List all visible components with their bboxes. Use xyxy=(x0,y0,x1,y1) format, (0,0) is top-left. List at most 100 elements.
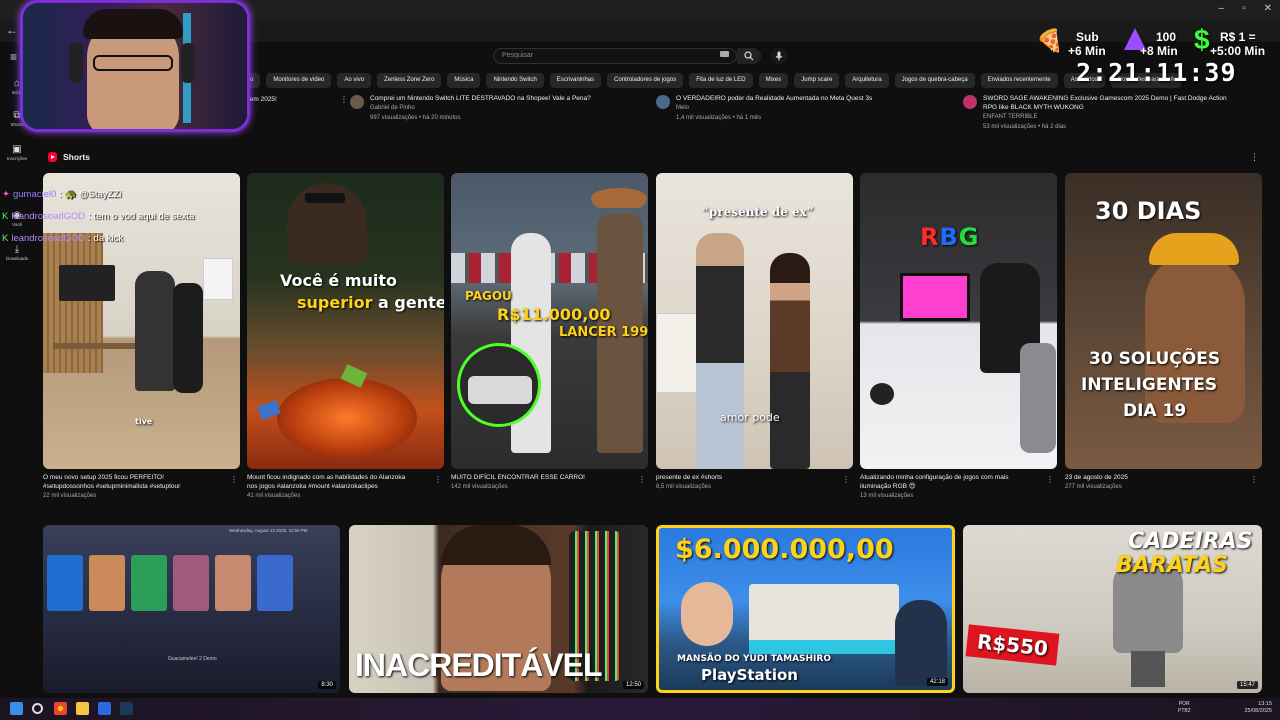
video-thumbnail[interactable]: CADEIRAS BARATAS R$550 15:47 xyxy=(963,525,1262,693)
video-thumbnail[interactable]: INACREDITÁVEL 12:50 xyxy=(349,525,648,693)
clock-date: 25/08/2025 xyxy=(1244,708,1272,714)
more-options-icon[interactable]: ⋮ xyxy=(434,475,442,484)
glasses-thumbnail-part xyxy=(305,193,345,203)
video-stats: 53 mil visualizações • há 2 dias xyxy=(983,124,1067,130)
short-title[interactable]: O meu novo setup 2025 ficou PERFEITO! #se… xyxy=(43,473,223,491)
thumbnail-text: MANSÃO DO YUDI TAMASHIRO xyxy=(677,654,831,664)
short-title-line: O meu novo setup 2025 ficou PERFEITO! xyxy=(43,474,164,481)
system-clock[interactable]: 13:15 25/08/2025 xyxy=(1244,701,1272,715)
video-thumbnail[interactable]: $6.000.000,00 MANSÃO DO YUDI TAMASHIRO P… xyxy=(656,525,955,693)
video-thumbnail[interactable]: Wednesday, August 13 2025, 11:50 PM Guac… xyxy=(43,525,340,693)
channel-avatar[interactable] xyxy=(656,95,670,109)
filter-chip[interactable]: Zenless Zone Zero xyxy=(377,73,442,88)
sidebar-item-subscriptions[interactable]: ▣ Inscrições xyxy=(2,144,32,161)
filter-chip[interactable]: Nintendo Switch xyxy=(486,73,544,88)
channel-avatar[interactable] xyxy=(963,95,977,109)
chair-thumbnail-part xyxy=(173,283,203,393)
short-title[interactable]: Mount ficou indignado com as habilidades… xyxy=(247,473,427,491)
thumbnail-text: tive xyxy=(135,417,153,426)
video-card[interactable]: Comprei um Nintendo Switch LITE DESTRAVA… xyxy=(350,93,650,133)
timer-sub-label: Sub xyxy=(1076,30,1099,44)
game-tile xyxy=(215,555,251,611)
thumbnail-text: INACREDITÁVEL xyxy=(355,647,603,683)
thumbnail-text: CADEIRAS xyxy=(1128,529,1253,554)
back-arrow-icon[interactable]: ← xyxy=(6,23,18,37)
channel-name[interactable]: Melo xyxy=(676,105,689,111)
filter-chip[interactable]: Mixes xyxy=(758,73,789,88)
short-card[interactable]: RBG xyxy=(860,173,1057,469)
filter-chip[interactable]: Monitores de vídeo xyxy=(266,73,332,88)
filter-chip[interactable]: Jogos de quebra-cabeça xyxy=(894,73,975,88)
thumbnail-text: RBG xyxy=(920,223,979,251)
minimize-icon[interactable]: – xyxy=(1219,3,1225,14)
video-title[interactable]: SWORD SAGE AWAKENING Exclusive Gamescom … xyxy=(983,94,1263,112)
steam-icon[interactable] xyxy=(120,702,133,715)
search-button[interactable] xyxy=(737,48,761,64)
search-input[interactable]: Pesquisar xyxy=(493,48,737,64)
more-options-icon[interactable]: ⋮ xyxy=(842,475,850,484)
countdown-clock: 2:21:11:39 xyxy=(1076,58,1237,87)
short-card[interactable]: 30 DIAS 30 SOLUÇÕES INTELIGENTES DIA 19 xyxy=(1065,173,1262,469)
chat-username: leandrosoadGOD xyxy=(11,233,86,244)
windows-start-icon[interactable] xyxy=(10,702,23,715)
filter-chip[interactable]: Escrivaninhas xyxy=(549,73,602,88)
language-indicator[interactable]: POR PTB2 xyxy=(1178,701,1191,715)
windows-taskbar: POR PTB2 13:15 25/08/2025 xyxy=(0,698,1280,720)
video-title[interactable]: Comprei um Nintendo Switch LITE DESTRAVA… xyxy=(370,94,650,103)
hair-thumbnail-part xyxy=(441,525,551,565)
video-card[interactable]: SWORD SAGE AWAKENING Exclusive Gamescom … xyxy=(963,93,1263,133)
close-icon[interactable]: ✕ xyxy=(1264,3,1272,14)
person-thumbnail-part xyxy=(895,600,947,686)
more-options-icon[interactable]: ⋮ xyxy=(1046,475,1054,484)
search-icon[interactable] xyxy=(32,703,43,714)
clock-time: 13:15 xyxy=(1258,701,1272,707)
short-title[interactable]: presente de ex #shorts xyxy=(656,473,836,482)
cowboy-hat-thumbnail-part xyxy=(591,188,647,208)
photos-icon[interactable] xyxy=(98,702,111,715)
maximize-icon[interactable]: ▫ xyxy=(1242,3,1246,14)
subscriptions-icon: ▣ xyxy=(12,144,22,155)
game-tile xyxy=(89,555,125,611)
timer-money-label: R$ 1 = xyxy=(1220,30,1256,44)
short-views: 13 mil visualizações xyxy=(860,493,914,499)
thumbnail-text: $6.000.000,00 xyxy=(675,534,894,565)
thumbnail-text: LANCER 1995 xyxy=(559,325,648,340)
hair-thumbnail-part xyxy=(83,9,183,39)
short-title[interactable]: MUITO DIFÍCIL ENCONTRAR ESSE CARRO! xyxy=(451,473,631,482)
menu-icon[interactable]: ≡ xyxy=(10,50,17,64)
channel-name[interactable]: Gabriel de Pinho xyxy=(370,105,415,111)
filter-chip[interactable]: Fita de luz de LED xyxy=(689,73,753,88)
timer-sub-value: +6 Min xyxy=(1068,44,1106,58)
short-card[interactable]: “presente de ex” amor pode xyxy=(656,173,853,469)
thumbnail-text: superior a gente xyxy=(297,293,444,312)
keyboard-layout: PTB2 xyxy=(1178,708,1191,714)
channel-avatar[interactable] xyxy=(350,95,364,109)
short-card[interactable]: Você é muito superior a gente xyxy=(247,173,444,469)
filter-chip[interactable]: Arquitetura xyxy=(845,73,889,88)
video-title[interactable]: O VERDADEIRO poder da Realidade Aumentad… xyxy=(676,94,956,103)
thumbnail-text: “presente de ex” xyxy=(702,205,814,219)
short-title[interactable]: Atualizando minha configuração de jogos … xyxy=(860,473,1040,491)
keyboard-icon[interactable] xyxy=(720,51,729,57)
video-card[interactable]: O VERDADEIRO poder da Realidade Aumentad… xyxy=(656,93,956,133)
more-options-icon[interactable]: ⋮ xyxy=(1250,152,1259,163)
short-card[interactable]: PAGOU R$11.000,00 LANCER 1995 xyxy=(451,173,648,469)
chrome-icon[interactable] xyxy=(54,702,67,715)
filter-chip[interactable]: Controladores de jogos xyxy=(607,73,684,88)
more-options-icon[interactable]: ⋮ xyxy=(230,475,238,484)
filter-chip[interactable]: Música xyxy=(447,73,481,88)
filter-chip[interactable]: Jump scare xyxy=(794,73,840,88)
streamer-webcam xyxy=(20,0,250,132)
file-explorer-icon[interactable] xyxy=(76,702,89,715)
chat-message: KleandrosoadGOD: tem o vod aqui de sexta xyxy=(2,206,194,228)
more-options-icon[interactable]: ⋮ xyxy=(1250,475,1258,484)
thumbnail-caption: amor pode xyxy=(720,411,780,424)
video-stats: 1,4 mil visualizações • há 1 mês xyxy=(676,115,762,121)
more-options-icon[interactable]: ⋮ xyxy=(638,475,646,484)
short-title[interactable]: 23 de agosto de 2025 xyxy=(1065,473,1245,482)
voice-search-button[interactable] xyxy=(770,48,788,64)
sidebar-item-label: Inscrições xyxy=(6,156,28,161)
channel-name[interactable]: ENFANT TERRIBLE xyxy=(983,114,1037,120)
filter-chip[interactable]: Ao vivo xyxy=(337,73,372,88)
more-options-icon[interactable]: ⋮ xyxy=(340,95,348,104)
